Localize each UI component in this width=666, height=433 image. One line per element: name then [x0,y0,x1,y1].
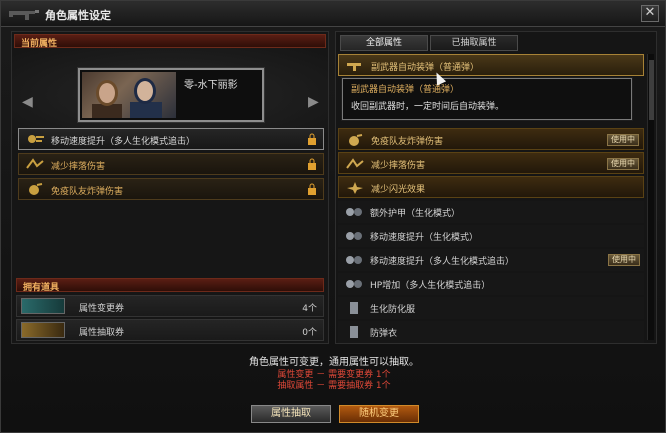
list-item[interactable]: 减少闪光效果 [338,176,644,198]
list-item-label: 减少摔落伤害 [371,161,426,171]
attribute-tooltip: 副武器自动装弹（普通弹） 收回副武器时，一定时间后自动装弹。 [342,78,632,120]
grenade-immunity-icon [29,183,43,195]
item-label: 属性抽取券 [79,328,125,338]
current-attributes-panel: 当前属性 ◀ ▶ 零-水下丽影 移动速度提升（多人生化模式追击） 减少摔落伤害 [11,31,329,344]
info-message: 角色属性可变更，通用属性可以抽取。 [249,357,419,368]
list-item[interactable]: 副武器自动装弹（普通弹） [338,54,644,76]
scrollbar-thumb[interactable] [649,60,654,120]
current-attributes-header: 当前属性 [14,34,326,49]
list-item[interactable]: 生化防化服 [338,297,644,319]
character-name: 零-水下丽影 [184,80,238,91]
item-label: 属性变更券 [79,304,125,314]
current-attribute-label: 移动速度提升（多人生化模式追击） [51,137,196,147]
in-use-badge: 使用中 [608,254,640,266]
grenade-immunity-icon [349,134,363,146]
list-item-label: 额外护甲（生化模式） [370,209,461,219]
title-bar[interactable]: 角色属性设定 ✕ [1,1,665,27]
prev-character-arrow-icon[interactable]: ◀ [22,94,33,110]
list-item-label: 生化防化服 [370,305,416,315]
in-use-badge: 使用中 [607,134,639,146]
list-item[interactable]: 移动速度提升（多人生化模式追击） 使用中 [338,249,644,271]
random-change-button[interactable]: 随机变更 [339,405,419,423]
tooltip-body: 收回副武器时，一定时间后自动装弹。 [351,102,505,112]
current-attribute-row[interactable]: 移动速度提升（多人生化模式追击） [18,128,324,150]
pistol-reload-icon [347,63,361,71]
speed-icon [346,232,362,240]
attribute-settings-window: 角色属性设定 ✕ 当前属性 ◀ ▶ 零-水下丽影 移动速度提升（多人生化模式追击… [0,0,666,433]
list-item-label: 移动速度提升（多人生化模式追击） [370,257,515,267]
speed-boost-icon [28,135,44,143]
list-item[interactable]: 防弹衣 [338,321,644,343]
item-row[interactable]: 属性变更券 4个 [16,295,324,317]
list-item[interactable]: HP增加（多人生化模式追击） [338,273,644,295]
close-button[interactable]: ✕ [641,5,659,22]
current-attribute-label: 免疫队友炸弹伤害 [51,187,124,197]
owned-items-title: 拥有道具 [23,283,60,293]
current-attribute-row[interactable]: 免疫队友炸弹伤害 [18,178,324,200]
character-portrait [82,72,176,118]
window-title: 角色属性设定 [45,9,111,22]
hp-increase-icon [346,280,362,288]
item-count: 4个 [302,304,317,314]
speed-icon [346,256,362,264]
fall-damage-icon [346,158,364,169]
list-item-label: 减少闪光效果 [371,185,426,195]
extract-requirement: 抽取属性 － 需要抽取券 1个 [277,381,391,391]
extract-ticket-icon [21,322,65,338]
current-attribute-label: 减少摔落伤害 [51,162,106,172]
list-item[interactable]: 额外护甲（生化模式） [338,201,644,223]
tab-all-attributes[interactable]: 全部属性 [340,35,428,51]
attribute-list-panel: 全部属性 已抽取属性 副武器自动装弹（普通弹） 副武器自动装弹（普通弹） 收回副… [335,31,657,344]
list-item-label: 副武器自动装弹（普通弹） [371,63,480,73]
tab-extracted-attributes[interactable]: 已抽取属性 [430,35,518,51]
hazmat-suit-icon [350,302,358,314]
lock-icon[interactable] [307,133,317,145]
gun-logo-icon [9,10,39,20]
fall-damage-icon [26,158,44,169]
list-item-label: 移动速度提升（生化模式） [370,233,479,243]
change-ticket-icon [21,298,65,314]
body-armor-icon [350,326,358,338]
armor-icon [346,208,362,216]
in-use-badge: 使用中 [607,158,639,170]
list-item[interactable]: 移动速度提升（生化模式） [338,225,644,247]
flash-reduction-icon [347,182,363,194]
extract-attribute-button[interactable]: 属性抽取 [251,405,331,423]
owned-items-header: 拥有道具 [16,278,324,293]
current-attribute-row[interactable]: 减少摔落伤害 [18,153,324,175]
list-item[interactable]: 免疫队友炸弹伤害 使用中 [338,128,644,150]
lock-icon[interactable] [307,183,317,195]
list-item[interactable]: 减少摔落伤害 使用中 [338,152,644,174]
attribute-list: 副武器自动装弹（普通弹） 副武器自动装弹（普通弹） 收回副武器时，一定时间后自动… [336,52,656,343]
lock-icon[interactable] [307,158,317,170]
tooltip-title: 副武器自动装弹（普通弹） [351,85,460,95]
list-item-label: 防弹衣 [370,329,398,339]
next-character-arrow-icon[interactable]: ▶ [308,94,319,110]
list-item-label: 免疫队友炸弹伤害 [371,137,444,147]
item-row[interactable]: 属性抽取券 0个 [16,319,324,341]
character-card[interactable]: 零-水下丽影 [78,68,264,122]
item-count: 0个 [302,328,317,338]
list-item-label: HP增加（多人生化模式追击） [370,281,491,291]
list-scrollbar[interactable] [647,54,654,340]
